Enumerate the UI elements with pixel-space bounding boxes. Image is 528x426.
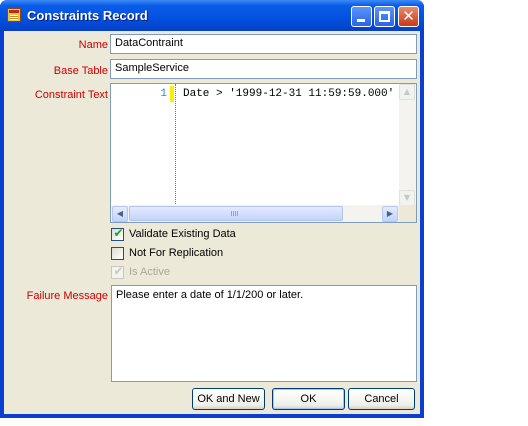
constraint-text-label: Constraint Text [34, 89, 108, 101]
checkmark-icon: ✔ [113, 264, 124, 278]
checkmark-icon: ✔ [113, 226, 124, 240]
failure-message-label: Failure Message [26, 290, 108, 302]
is-active-checkbox: ✔ [111, 264, 124, 279]
constraint-code-text[interactable]: Date > '1999-12-31 11:59:59.000' [183, 88, 394, 100]
validate-existing-data-label: Validate Existing Data [129, 228, 236, 240]
name-label: Name [78, 39, 108, 51]
base-table-field[interactable]: SampleService [110, 59, 417, 79]
dialog-client-area: Name DataContraint Base Table SampleServ… [4, 31, 420, 414]
cancel-button[interactable]: Cancel [348, 388, 415, 410]
is-active-label: Is Active [129, 266, 170, 278]
scroll-up-icon[interactable]: ▲ [399, 84, 415, 100]
not-for-replication-checkbox[interactable] [111, 247, 124, 260]
constraint-text-editor[interactable]: 1 Date > '1999-12-31 11:59:59.000' ▲ ▼ ◀… [110, 83, 417, 223]
scroll-down-icon[interactable]: ▼ [399, 190, 415, 206]
ok-button[interactable]: OK [272, 388, 345, 410]
close-button[interactable]: ✕ [398, 6, 419, 27]
ok-and-new-button[interactable]: OK and New [192, 388, 265, 410]
line-number: 1 [160, 88, 167, 100]
close-icon: ✕ [402, 7, 415, 25]
window-title: Constraints Record [27, 8, 148, 23]
name-field[interactable]: DataContraint [110, 34, 417, 54]
maximize-button[interactable] [374, 6, 395, 27]
not-for-replication-label: Not For Replication [129, 247, 224, 259]
minimize-button[interactable] [351, 6, 372, 27]
changed-line-marker [170, 86, 174, 102]
title-bar[interactable]: Constraints Record ✕ [0, 0, 424, 31]
horizontal-scrollbar[interactable]: ◀ ▶ [111, 205, 399, 222]
line-number-gutter: 1 [111, 84, 169, 206]
validate-existing-data-checkbox[interactable]: ✔ [111, 226, 124, 241]
horizontal-scroll-thumb[interactable] [129, 206, 343, 221]
scrollbar-corner [399, 205, 416, 222]
minimize-icon [357, 19, 365, 22]
vertical-scrollbar[interactable]: ▲ ▼ [399, 84, 416, 206]
maximize-icon [379, 11, 390, 22]
scroll-left-icon[interactable]: ◀ [112, 206, 128, 222]
base-table-label: Base Table [53, 65, 108, 77]
table-form-icon [7, 8, 21, 22]
failure-message-field[interactable]: Please enter a date of 1/1/200 or later. [111, 285, 417, 382]
constraints-record-window: Constraints Record ✕ Name DataContraint … [0, 0, 424, 418]
gutter-separator [175, 84, 176, 206]
scroll-right-icon[interactable]: ▶ [382, 206, 398, 222]
